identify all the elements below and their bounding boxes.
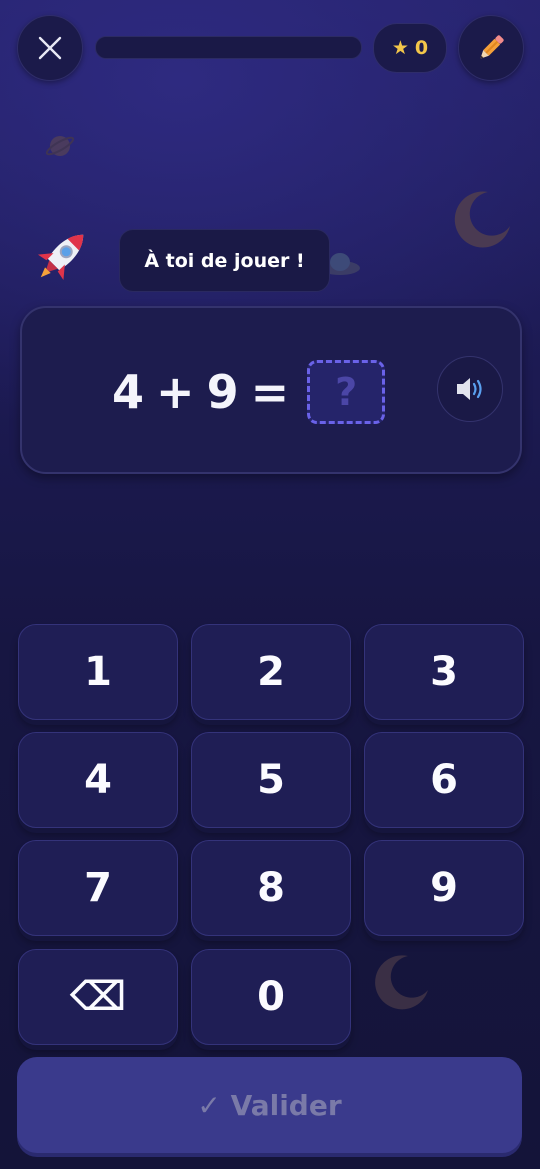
key-1[interactable]: 1	[18, 624, 178, 720]
star-icon: ★	[391, 37, 409, 59]
key-7-label: 7	[84, 865, 112, 911]
key-4-label: 4	[84, 757, 112, 803]
stars-counter: ★ 0	[373, 23, 447, 73]
bubble-text: À toi de jouer !	[144, 249, 305, 272]
key-2[interactable]: 2	[191, 624, 351, 720]
validate-button[interactable]: ✓ Valider	[17, 1057, 522, 1153]
operator: +	[156, 365, 195, 419]
pencil-button[interactable]	[458, 15, 524, 81]
planet-decoration	[45, 136, 75, 156]
equals-sign: =	[250, 365, 290, 419]
stars-count: 0	[414, 37, 429, 59]
answer-placeholder: ?	[335, 370, 358, 414]
question-card: 4 + 9 = ?	[20, 306, 522, 474]
moon-decoration-2	[375, 955, 428, 1010]
key-3-label: 3	[430, 649, 458, 695]
validate-label: ✓ Valider	[197, 1088, 342, 1122]
operand-a: 4	[112, 365, 145, 419]
equation: 4 + 9 = ?	[112, 360, 386, 424]
key-0[interactable]: 0	[191, 949, 351, 1045]
key-7[interactable]: 7	[18, 840, 178, 936]
key-1-label: 1	[84, 649, 112, 695]
key-8-label: 8	[257, 865, 285, 911]
key-4[interactable]: 4	[18, 732, 178, 828]
key-5[interactable]: 5	[191, 732, 351, 828]
pencil-icon	[480, 35, 504, 59]
backspace-button[interactable]: ⌫	[18, 949, 178, 1045]
backspace-icon: ⌫	[69, 974, 127, 1020]
key-8[interactable]: 8	[191, 840, 351, 936]
close-button[interactable]	[17, 15, 83, 81]
key-2-label: 2	[257, 649, 285, 695]
key-9-label: 9	[430, 865, 458, 911]
key-6[interactable]: 6	[364, 732, 524, 828]
operand-b: 9	[206, 365, 239, 419]
rocket-icon	[37, 234, 84, 281]
key-3[interactable]: 3	[364, 624, 524, 720]
key-6-label: 6	[430, 757, 458, 803]
close-icon	[38, 36, 62, 60]
sound-button[interactable]	[437, 356, 503, 422]
answer-box[interactable]: ?	[307, 360, 386, 424]
moon-decoration	[454, 191, 510, 248]
speech-bubble: À toi de jouer !	[119, 229, 330, 292]
progress-bar	[95, 36, 362, 59]
key-5-label: 5	[257, 757, 285, 803]
speaker-icon	[457, 378, 482, 400]
key-9[interactable]: 9	[364, 840, 524, 936]
key-0-label: 0	[257, 974, 285, 1020]
